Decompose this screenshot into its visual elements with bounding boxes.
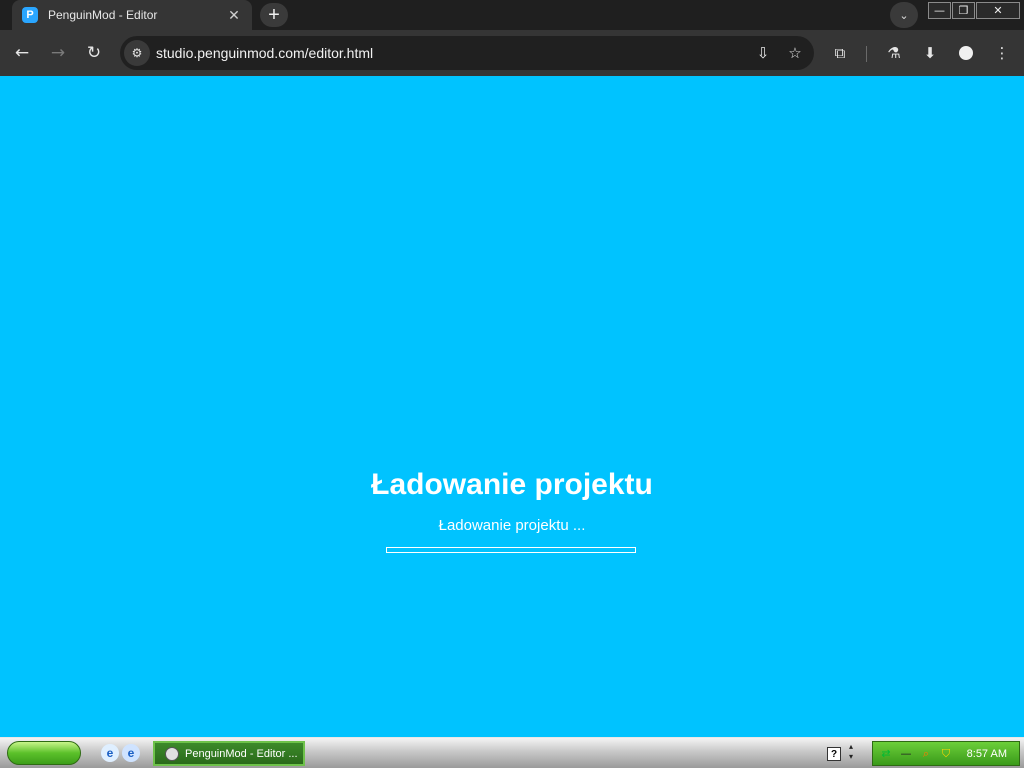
start-button[interactable] — [7, 741, 81, 765]
install-app-icon[interactable]: ⇩ — [750, 40, 776, 66]
site-info-icon[interactable]: ⚙ — [124, 40, 150, 66]
window-controls: — ❐ ✕ — [928, 2, 1021, 19]
penguinmod-icon: P — [22, 7, 38, 23]
taskbar: e e PenguinMod - Editor ... ? ▴ ▾ ⇄ — ⌕ ⛉… — [0, 737, 1024, 768]
back-button[interactable]: ← — [9, 40, 35, 66]
loading-title: Ładowanie projektu — [371, 468, 653, 501]
security-icon[interactable]: ⛉ — [939, 747, 953, 761]
network-icon[interactable]: ⇄ — [879, 747, 893, 761]
minimize-button[interactable]: — — [928, 2, 951, 19]
profile-avatar[interactable] — [953, 40, 979, 66]
taskbar-item-penguinmod[interactable]: PenguinMod - Editor ... — [153, 741, 305, 766]
clock[interactable]: 8:57 AM — [967, 748, 1007, 760]
tab-title: PenguinMod - Editor — [48, 8, 158, 22]
close-window-button[interactable]: ✕ — [976, 2, 1020, 19]
taskbar-item-label: PenguinMod - Editor ... — [185, 747, 298, 760]
reload-button[interactable]: ↻ — [81, 40, 107, 66]
system-tray: ⇄ — ⌕ ⛉ 8:57 AM — [872, 741, 1020, 766]
browser-toolbar: ← → ↻ ⚙ studio.penguinmod.com/editor.htm… — [0, 30, 1024, 76]
search-icon[interactable]: ⌕ — [919, 747, 933, 761]
help-icon[interactable]: ? — [827, 747, 841, 761]
bookmark-star-icon[interactable]: ☆ — [782, 40, 808, 66]
browser-tabstrip: P PenguinMod - Editor ✕ + ⌄ — ❐ ✕ — [0, 0, 1024, 30]
toolbar-divider — [866, 46, 867, 62]
loading-subtitle: Ładowanie projektu ... — [438, 517, 586, 534]
address-bar[interactable]: ⚙ studio.penguinmod.com/editor.html ⇩ ☆ — [120, 36, 814, 70]
ie-alt-icon[interactable]: e — [122, 744, 140, 762]
browser-icon — [165, 746, 179, 761]
downloads-icon[interactable]: ⬇ — [917, 40, 943, 66]
loading-screen: Ładowanie projektu Ładowanie projektu ..… — [0, 76, 1024, 737]
tab-penguinmod-editor[interactable]: P PenguinMod - Editor ✕ — [12, 0, 252, 30]
tray-expand-icon[interactable]: ▴ ▾ — [849, 742, 853, 762]
profile-icon — [959, 46, 973, 60]
extensions-icon[interactable]: ⧉ — [827, 40, 853, 66]
volume-icon[interactable]: — — [899, 747, 913, 761]
url-text[interactable]: studio.penguinmod.com/editor.html — [156, 45, 750, 61]
forward-button[interactable]: → — [45, 40, 71, 66]
restore-button[interactable]: ❐ — [952, 2, 975, 19]
labs-flask-icon[interactable]: ⚗ — [881, 40, 907, 66]
new-tab-button[interactable]: + — [260, 3, 288, 27]
tab-search-button[interactable]: ⌄ — [890, 2, 918, 28]
browser-menu-icon[interactable]: ⋮ — [989, 40, 1015, 66]
loading-progress-bar — [386, 547, 636, 553]
tab-close-icon[interactable]: ✕ — [226, 7, 242, 24]
ie-icon[interactable]: e — [101, 744, 119, 762]
